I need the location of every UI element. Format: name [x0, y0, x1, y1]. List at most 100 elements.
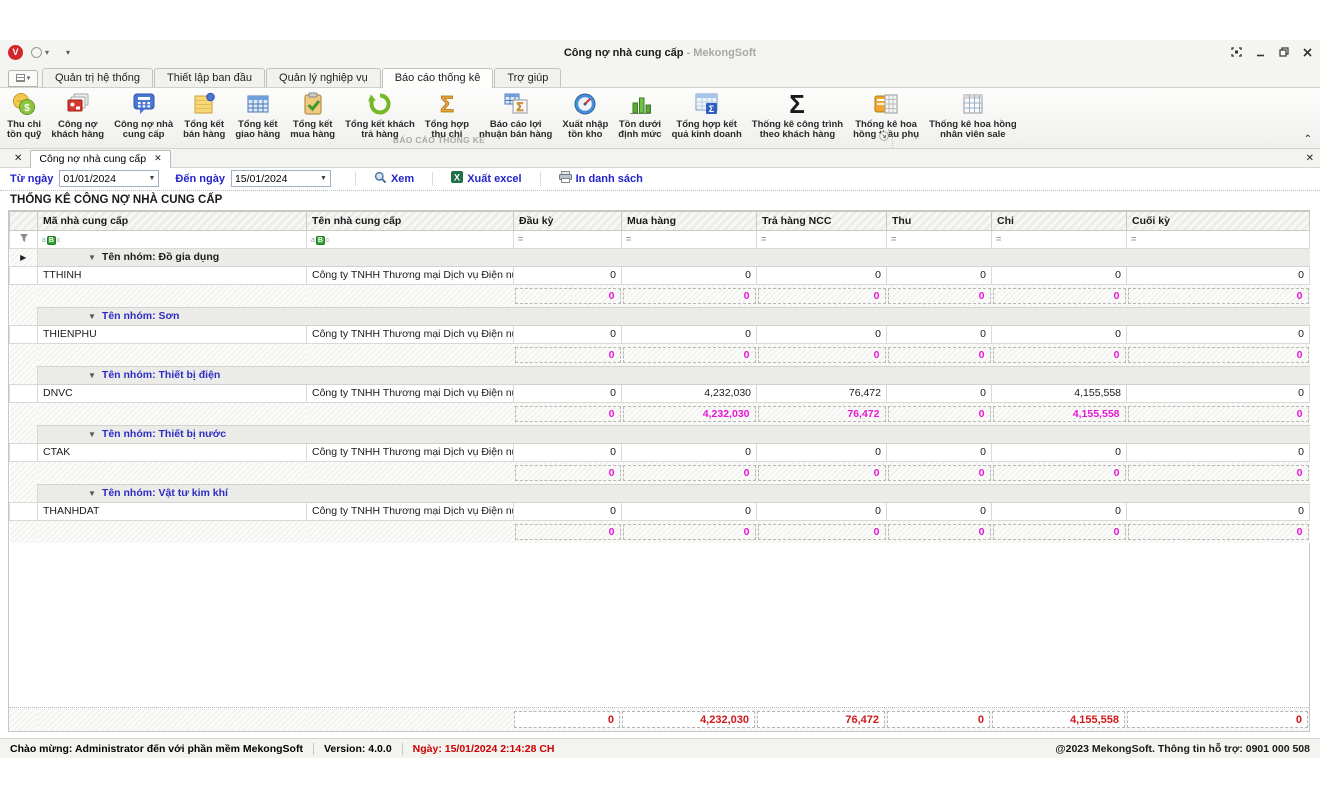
ribbon-button[interactable]: Thống kê hoa hồngnhân viên sale: [924, 90, 1022, 141]
group-row[interactable]: ▼Tên nhóm: Thiết bị điện: [10, 366, 1310, 384]
printer-icon: [559, 171, 572, 186]
collapse-triangle-icon[interactable]: ▼: [88, 371, 96, 380]
ribbon-button[interactable]: Xuất nhậptồn kho: [557, 90, 613, 141]
filter-cell[interactable]: aBc: [38, 230, 307, 248]
ribbon-button[interactable]: Tổng kếtbán hàng: [178, 90, 230, 141]
group-row[interactable]: ▶▼Tên nhóm: Đồ gia dụng: [10, 248, 1310, 266]
strip-close-icon[interactable]: ✕: [1306, 153, 1314, 164]
group-header-label[interactable]: ▼Tên nhóm: Đồ gia dụng: [38, 248, 1310, 266]
column-header[interactable]: Đầu kỳ: [514, 211, 622, 230]
auto-filter-row[interactable]: aBcaBc======: [10, 230, 1310, 248]
group-header-label[interactable]: ▼Tên nhóm: Sơn: [38, 307, 1310, 325]
minimize-icon[interactable]: [1256, 48, 1265, 58]
current-row-indicator: ▶: [10, 248, 38, 266]
ribbon-button[interactable]: ΣTổng hợpthu chi: [420, 90, 474, 141]
filter-cell[interactable]: aBc: [307, 230, 514, 248]
column-header[interactable]: Cuối kỳ: [1127, 211, 1310, 230]
from-date-input[interactable]: [63, 173, 143, 185]
group-total-value: 0: [992, 520, 1127, 543]
chevron-down-icon[interactable]: ▼: [148, 175, 155, 182]
grid-corner-cell: [10, 211, 38, 230]
collapse-triangle-icon[interactable]: ▼: [88, 489, 96, 498]
to-date-field[interactable]: ▼: [231, 170, 331, 187]
dialog-launcher-icon[interactable]: [879, 128, 889, 146]
amount-cell: 0: [887, 502, 992, 520]
close-icon[interactable]: [1303, 48, 1312, 58]
column-header[interactable]: Trả hàng NCC: [757, 211, 887, 230]
ribbon-button[interactable]: $Thu chitồn quỹ: [2, 90, 46, 141]
document-tab[interactable]: Công nợ nhà cung cấp ✕: [30, 150, 170, 168]
collapse-triangle-icon[interactable]: ▼: [88, 312, 96, 321]
search-icon: [374, 171, 387, 187]
export-excel-button[interactable]: X Xuất excel: [447, 171, 525, 186]
ribbon-tab[interactable]: Quản lý nghiệp vụ: [266, 68, 381, 87]
collapse-triangle-icon[interactable]: ▼: [88, 253, 96, 262]
tab-close-icon[interactable]: ✕: [154, 153, 162, 164]
grand-total-row: 04,232,03076,47204,155,5580: [9, 708, 1309, 731]
to-date-input[interactable]: [235, 173, 315, 185]
ribbon-button[interactable]: ΣThống kê công trìnhtheo khách hàng: [747, 90, 848, 141]
column-header[interactable]: Thu: [887, 211, 992, 230]
column-header[interactable]: Mã nhà cung cấp: [38, 211, 307, 230]
ribbon-tab[interactable]: Báo cáo thống kê: [382, 68, 494, 88]
svg-text:Σ: Σ: [440, 91, 454, 117]
group-header-label[interactable]: ▼Tên nhóm: Thiết bị nước: [38, 425, 1310, 443]
ribbon-button[interactable]: Công nợ nhàcung cấp: [109, 90, 178, 141]
column-header[interactable]: Tên nhà cung cấp: [307, 211, 514, 230]
current-row-indicator: [10, 366, 38, 384]
group-total-empty: [38, 461, 307, 484]
supplier-row[interactable]: CTAKCông ty TNHH Thương mại Dịch vụ Điện…: [10, 443, 1310, 461]
ribbon-tab[interactable]: Trợ giúp: [494, 68, 561, 87]
ribbon-button[interactable]: Tồn dướiđịnh mức: [613, 90, 666, 141]
group-header-label[interactable]: ▼Tên nhóm: Thiết bị điện: [38, 366, 1310, 384]
supplier-name-cell: Công ty TNHH Thương mại Dịch vụ Điện nướ…: [307, 502, 514, 520]
collapse-triangle-icon[interactable]: ▼: [88, 430, 96, 439]
ribbon-tab[interactable]: Quản trị hệ thống: [42, 68, 153, 87]
ribbon-button[interactable]: Công nợkhách hàng: [46, 90, 109, 141]
supplier-row[interactable]: DNVCCông ty TNHH Thương mại Dịch vụ Điện…: [10, 384, 1310, 402]
filter-cell[interactable]: =: [1127, 230, 1310, 248]
amount-cell: 0: [1127, 502, 1310, 520]
filter-cell[interactable]: =: [514, 230, 622, 248]
close-all-tabs-icon[interactable]: ✕: [6, 153, 30, 167]
ribbon-tab[interactable]: Thiết lập ban đầu: [154, 68, 265, 87]
amount-cell: 0: [992, 325, 1127, 343]
ribbon-button[interactable]: Tổng kết kháchtrả hàng: [340, 90, 420, 141]
restore-icon[interactable]: [1279, 47, 1289, 58]
fullscreen-icon[interactable]: [1231, 47, 1242, 58]
print-list-button[interactable]: In danh sách: [555, 171, 647, 186]
ribbon-button[interactable]: Tổng kếtgiao hàng: [230, 90, 285, 141]
group-row[interactable]: ▼Tên nhóm: Sơn: [10, 307, 1310, 325]
filter-cell[interactable]: =: [887, 230, 992, 248]
view-button[interactable]: Xem: [370, 171, 418, 187]
supplier-row[interactable]: THIENPHUCông ty TNHH Thương mại Dịch vụ …: [10, 325, 1310, 343]
group-total-value: 0: [1127, 284, 1310, 307]
filter-cell[interactable]: =: [992, 230, 1127, 248]
grand-total-value: 4,232,030: [621, 708, 756, 731]
app-menu-button[interactable]: ▾: [8, 70, 38, 87]
group-row[interactable]: ▼Tên nhóm: Vật tư kim khí: [10, 484, 1310, 502]
filter-cell[interactable]: =: [757, 230, 887, 248]
chevron-down-icon[interactable]: ▼: [320, 175, 327, 182]
amount-cell: 0: [887, 266, 992, 284]
group-header-label[interactable]: ▼Tên nhóm: Vật tư kim khí: [38, 484, 1310, 502]
group-total-row: 000000: [10, 343, 1310, 366]
grand-total-empty: [306, 708, 513, 731]
filter-cell[interactable]: =: [622, 230, 757, 248]
ribbon-button[interactable]: Tổng kếtmua hàng: [285, 90, 340, 141]
amount-cell: 0: [1127, 443, 1310, 461]
column-header[interactable]: Chi: [992, 211, 1127, 230]
amount-cell: 0: [514, 266, 622, 284]
group-total-value: 0: [757, 461, 887, 484]
group-total-empty: [38, 343, 307, 366]
supplier-row[interactable]: THANHDATCông ty TNHH Thương mại Dịch vụ …: [10, 502, 1310, 520]
current-row-indicator: [10, 425, 38, 443]
from-date-field[interactable]: ▼: [59, 170, 159, 187]
group-row[interactable]: ▼Tên nhóm: Thiết bị nước: [10, 425, 1310, 443]
ribbon-button[interactable]: ΣBáo cáo lợinhuận bán hàng: [474, 90, 557, 141]
delivery-grid-icon: [245, 91, 271, 118]
column-header[interactable]: Mua hàng: [622, 211, 757, 230]
ribbon-collapse-icon[interactable]: ⌃: [1304, 134, 1312, 145]
ribbon-button[interactable]: ΣTổng hợp kếtquả kinh doanh: [667, 90, 747, 141]
supplier-row[interactable]: TTHINHCông ty TNHH Thương mại Dịch vụ Đi…: [10, 266, 1310, 284]
